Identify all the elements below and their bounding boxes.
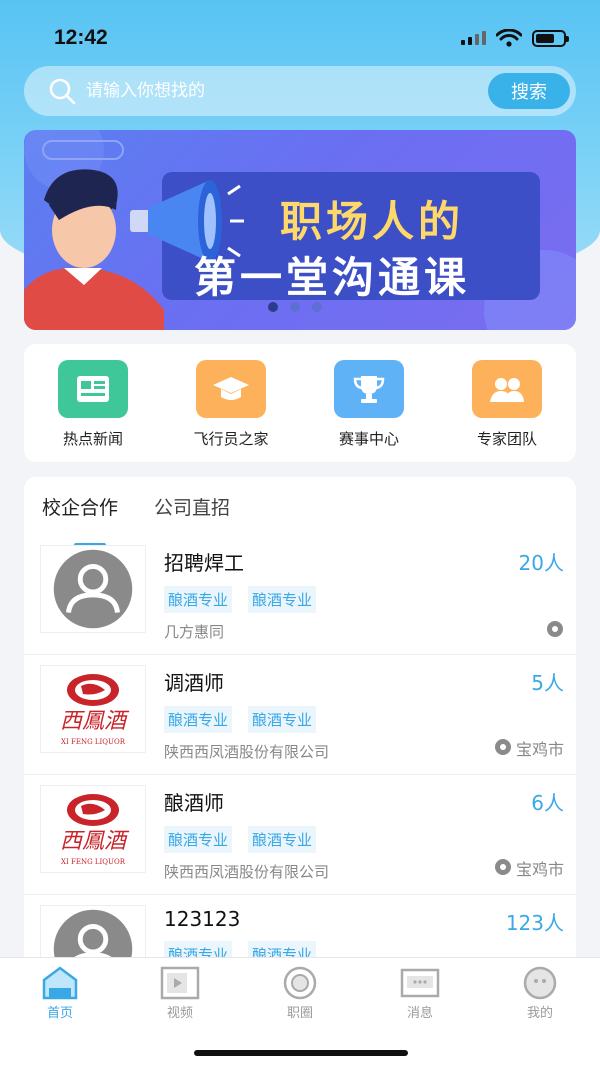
tabbar-label: 职圈	[286, 1006, 313, 1021]
message-icon	[400, 968, 440, 998]
status-time: 12:42	[54, 26, 108, 49]
job-list-card: 校企合作 公司直招 招聘焊工 20人 酿酒专业 酿酒专业 几方惠同 西鳳酒 XI …	[24, 477, 576, 967]
tab-direct-hire[interactable]: 公司直招	[154, 493, 230, 535]
graduation-cap-icon	[196, 360, 266, 418]
job-location	[546, 620, 564, 640]
trophy-icon	[334, 360, 404, 418]
tabbar-label: 我的	[526, 1006, 553, 1021]
tabbar-label: 消息	[406, 1006, 433, 1021]
search-button[interactable]: 搜索	[488, 73, 570, 109]
job-headcount: 20人	[518, 551, 564, 575]
job-title: 招聘焊工	[164, 551, 244, 575]
job-company: 几方惠同	[164, 623, 225, 641]
tabbar-label: 视频	[166, 1006, 193, 1021]
job-location: 宝鸡市	[494, 856, 564, 880]
banner-title-line2: 第一堂沟通课	[194, 253, 471, 302]
job-headcount: 5人	[531, 671, 564, 695]
circle-icon	[283, 966, 317, 1000]
location-pin-icon	[494, 739, 511, 755]
status-bar: 12:42	[0, 0, 600, 62]
tabbar-profile[interactable]: 我的	[500, 966, 580, 1067]
job-title: 调酒师	[164, 671, 224, 695]
job-row[interactable]: 招聘焊工 20人 酿酒专业 酿酒专业 几方惠同	[24, 535, 576, 655]
svg-text:西鳳酒: 西鳳酒	[60, 829, 130, 854]
search-bar: 搜索	[24, 66, 576, 116]
banner-title-line1: 职场人的	[280, 197, 465, 246]
quick-link-events[interactable]: 赛事中心	[304, 360, 434, 449]
location-pin-icon	[494, 859, 511, 875]
job-title: 123123	[164, 907, 241, 931]
home-indicator	[194, 1050, 408, 1056]
news-icon	[58, 360, 128, 418]
quick-link-label: 专家团队	[476, 430, 537, 448]
xifeng-logo-icon: 西鳳酒 XI FENG LIQUOR	[40, 665, 146, 753]
job-tag: 酿酒专业	[248, 706, 317, 733]
battery-icon	[532, 29, 569, 47]
tab-school-enterprise[interactable]: 校企合作	[42, 493, 118, 547]
svg-text:XI FENG LIQUOR: XI FENG LIQUOR	[61, 858, 126, 866]
home-icon	[42, 966, 78, 1000]
svg-text:西鳳酒: 西鳳酒	[60, 709, 130, 734]
team-icon	[472, 360, 542, 418]
profile-icon	[523, 966, 557, 1000]
job-location-text: 宝鸡市	[515, 860, 564, 879]
search-icon	[49, 78, 76, 105]
job-tag: 酿酒专业	[248, 586, 317, 613]
video-icon	[160, 966, 200, 1000]
svg-text:XI FENG LIQUOR: XI FENG LIQUOR	[61, 738, 126, 746]
banner-decoration-pill	[42, 140, 124, 160]
quick-link-label: 飞行员之家	[193, 430, 269, 448]
job-headcount: 123人	[505, 911, 564, 935]
search-input[interactable]	[86, 81, 488, 101]
job-location-text: 宝鸡市	[515, 740, 564, 759]
banner-dot[interactable]	[290, 302, 300, 312]
job-location: 宝鸡市	[494, 736, 564, 760]
xifeng-logo-icon: 西鳳酒 XI FENG LIQUOR	[40, 785, 146, 873]
banner-dot[interactable]	[268, 302, 278, 312]
banner-pagination	[268, 302, 322, 312]
job-tag: 酿酒专业	[164, 586, 233, 613]
avatar-placeholder-icon	[40, 545, 146, 633]
job-tag: 酿酒专业	[164, 826, 233, 853]
job-tabs: 校企合作 公司直招	[24, 477, 576, 547]
quick-link-pilot-home[interactable]: 飞行员之家	[166, 360, 296, 449]
quick-link-experts[interactable]: 专家团队	[442, 360, 572, 449]
job-title: 酿酒师	[164, 791, 224, 815]
wifi-icon	[496, 29, 522, 47]
job-row[interactable]: 西鳳酒 XI FENG LIQUOR 酿酒师 6人 酿酒专业 酿酒专业 陕西西凤酒…	[24, 775, 576, 895]
job-headcount: 6人	[531, 791, 564, 815]
location-pin-icon	[547, 621, 563, 637]
status-icons	[461, 29, 569, 47]
job-tag: 酿酒专业	[248, 826, 317, 853]
job-row[interactable]: 西鳳酒 XI FENG LIQUOR 调酒师 5人 酿酒专业 酿酒专业 陕西西凤酒…	[24, 655, 576, 775]
tabbar-label: 首页	[46, 1006, 73, 1021]
quick-link-label: 热点新闻	[62, 430, 123, 448]
job-tag: 酿酒专业	[164, 706, 233, 733]
banner-dot[interactable]	[312, 302, 322, 312]
quick-link-news[interactable]: 热点新闻	[28, 360, 158, 449]
cellular-signal-icon	[461, 31, 486, 45]
tabbar-home[interactable]: 首页	[20, 966, 100, 1067]
promo-banner[interactable]: 职场人的 第一堂沟通课	[24, 130, 576, 330]
quick-link-label: 赛事中心	[338, 430, 399, 448]
quick-links-card: 热点新闻 飞行员之家 赛事中心 专家团队	[24, 344, 576, 462]
